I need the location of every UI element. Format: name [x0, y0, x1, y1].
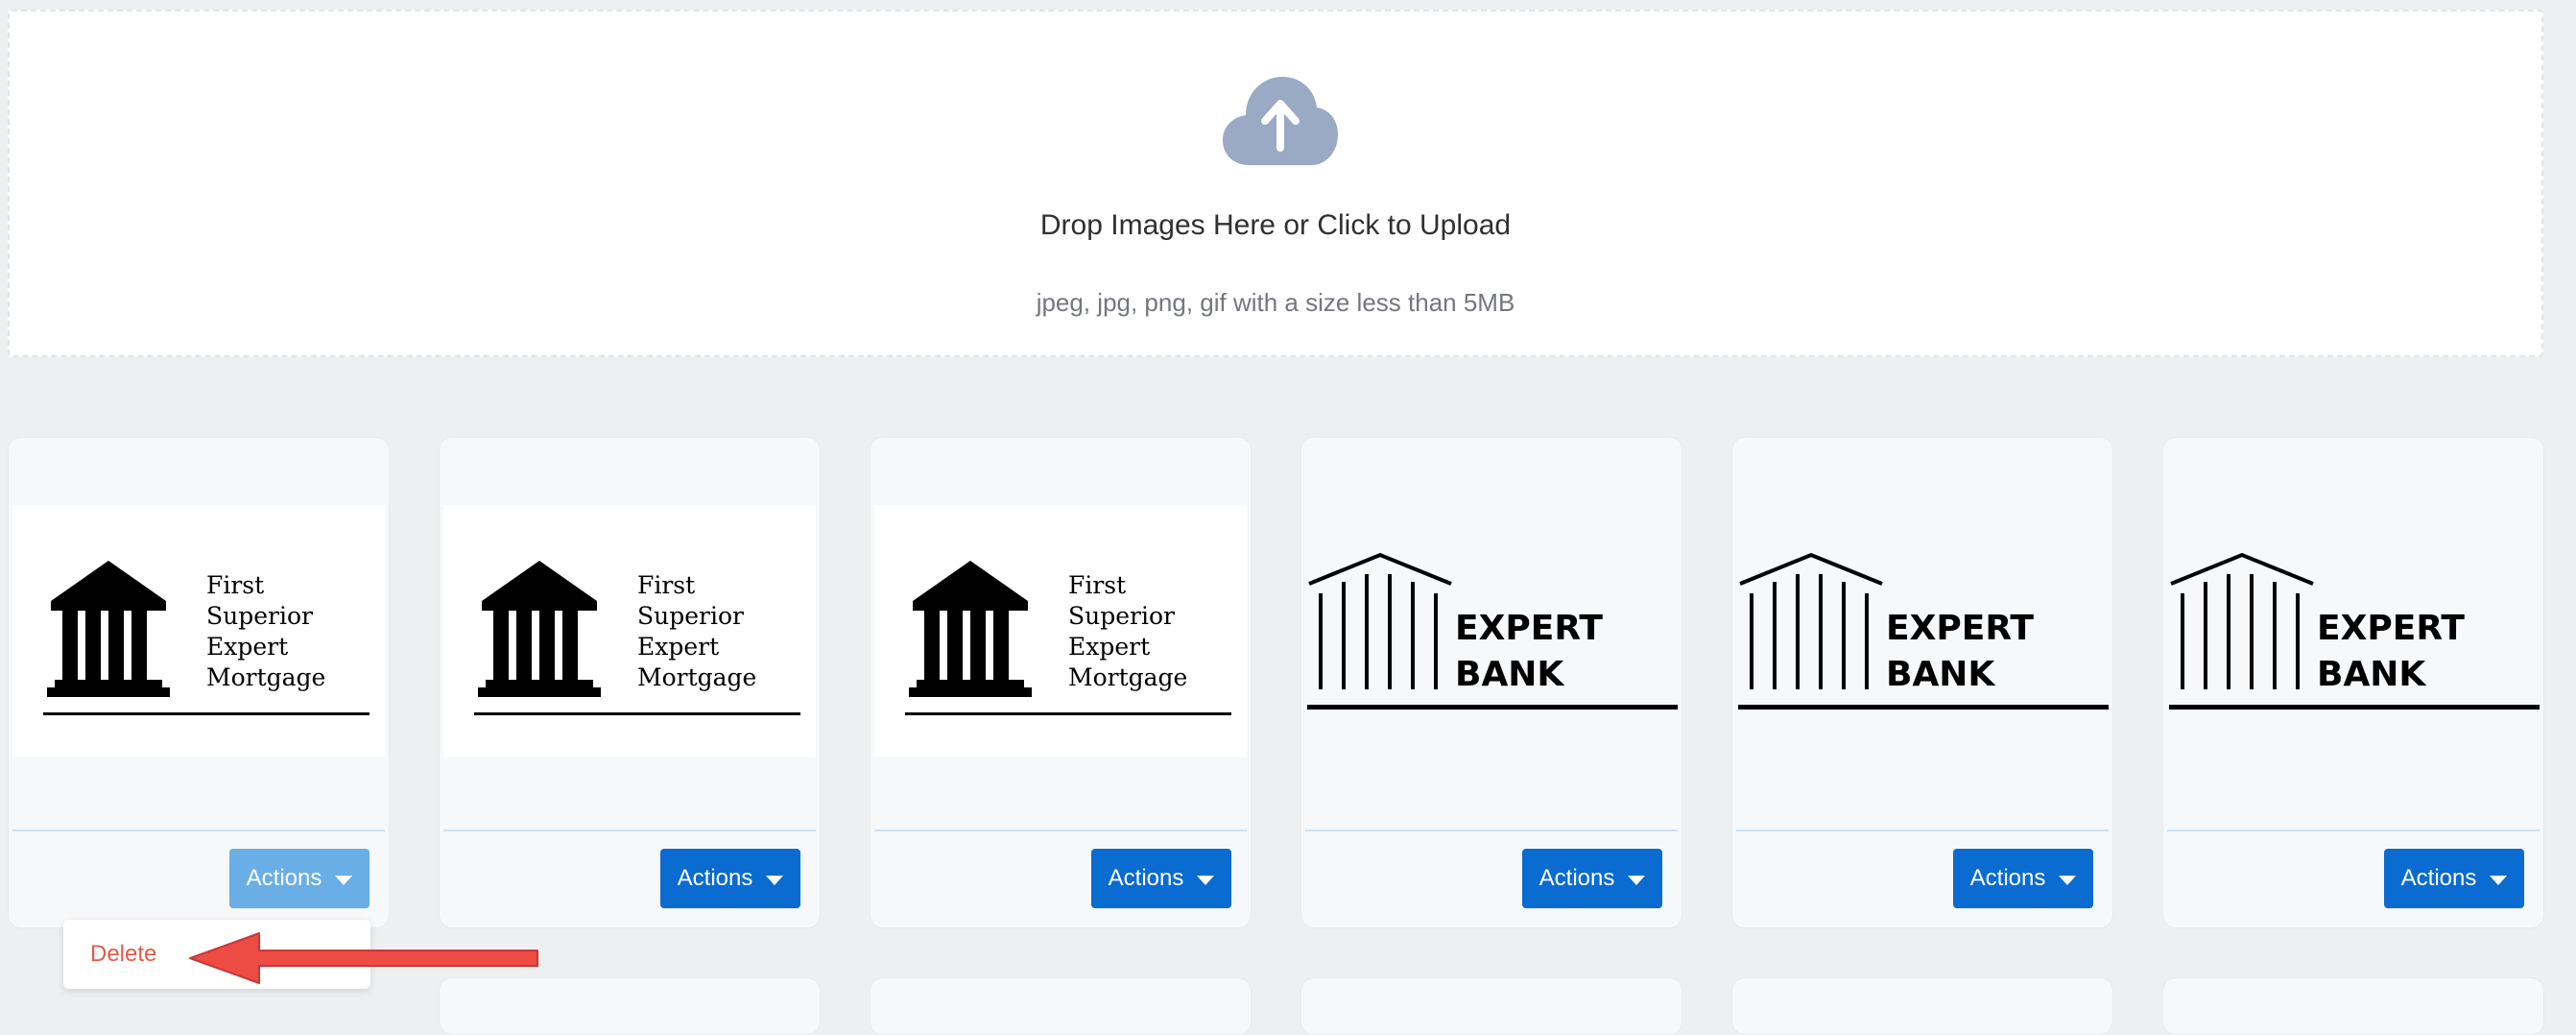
caret-down-icon: [766, 875, 784, 885]
bank-logo: EXPERT BANK: [1307, 552, 1678, 710]
mortgage-logo: First Superior Expert Mortgage: [905, 561, 1231, 715]
image-card: EXPERT BANK Actions: [2162, 437, 2544, 928]
image-card-partial: [870, 977, 1252, 1035]
caret-down-icon: [2490, 875, 2508, 885]
actions-dropdown-button[interactable]: Actions: [229, 849, 370, 908]
caret-down-icon: [2059, 875, 2077, 885]
image-card-partial: [1731, 977, 2113, 1035]
card-divider: [1736, 830, 2109, 831]
logo-line: Mortgage: [206, 663, 325, 691]
card-divider: [2167, 830, 2540, 831]
logo-line: First: [1068, 571, 1126, 599]
card-divider: [1305, 830, 1678, 831]
card-image-bank-logo[interactable]: EXPERT BANK: [2167, 505, 2540, 757]
mortgage-logo: First Superior Expert Mortgage: [43, 561, 370, 715]
actions-dropdown-button[interactable]: Actions: [660, 849, 800, 908]
logo-line: EXPERT: [2317, 609, 2465, 648]
upload-hint: jpeg, jpg, png, gif with a size less tha…: [1036, 288, 1515, 317]
logo-line: Mortgage: [637, 663, 756, 691]
bank-logo: EXPERT BANK: [2169, 552, 2540, 710]
actions-label: Actions: [677, 865, 753, 891]
logo-line: BANK: [1886, 655, 1995, 694]
logo-line: Superior: [637, 602, 744, 630]
logo-line: First: [206, 571, 264, 599]
caret-down-icon: [335, 875, 353, 885]
image-card: First Superior Expert Mortgage Actions: [870, 437, 1252, 928]
actions-label: Actions: [1108, 865, 1184, 891]
logo-line: BANK: [1455, 655, 1564, 694]
logo-line: Expert: [1068, 633, 1150, 661]
card-divider: [874, 830, 1247, 831]
logo-line: Expert: [206, 633, 288, 661]
card-image-mortgage-logo[interactable]: First Superior Expert Mortgage: [874, 505, 1247, 757]
logo-line: Mortgage: [1068, 663, 1187, 691]
card-image-bank-logo[interactable]: EXPERT BANK: [1305, 505, 1678, 757]
logo-line: EXPERT: [1886, 609, 2034, 648]
card-divider: [443, 830, 816, 831]
delete-menu-item[interactable]: Delete: [90, 941, 156, 968]
actions-dropdown-button[interactable]: Actions: [1522, 849, 1662, 908]
card-divider: [12, 830, 385, 831]
actions-label: Actions: [246, 865, 322, 891]
image-card: EXPERT BANK Actions: [1731, 437, 2113, 928]
logo-line: Superior: [206, 602, 313, 630]
image-card: EXPERT BANK Actions: [1300, 437, 1682, 928]
caret-down-icon: [1197, 875, 1215, 885]
caret-down-icon: [1628, 875, 1646, 885]
actions-label: Actions: [2400, 865, 2477, 891]
actions-label: Actions: [1969, 865, 2046, 891]
card-image-mortgage-logo[interactable]: First Superior Expert Mortgage: [443, 505, 816, 757]
actions-dropdown-button[interactable]: Actions: [2384, 849, 2524, 908]
image-upload-dropzone[interactable]: Drop Images Here or Click to Upload jpeg…: [8, 10, 2543, 357]
image-card-partial: [2162, 977, 2544, 1035]
image-card-partial: [1300, 977, 1682, 1035]
actions-dropdown-button[interactable]: Actions: [1953, 849, 2093, 908]
card-image-mortgage-logo[interactable]: First Superior Expert Mortgage: [12, 505, 385, 757]
mortgage-logo: First Superior Expert Mortgage: [474, 561, 800, 715]
annotation-arrow-icon: [189, 932, 538, 984]
logo-line: Expert: [637, 633, 719, 661]
image-card: First Superior Expert Mortgage Actions: [8, 437, 390, 928]
bank-logo: EXPERT BANK: [1738, 552, 2109, 710]
cloud-upload-icon: [1223, 77, 1338, 165]
logo-line: EXPERT: [1455, 609, 1603, 648]
card-image-bank-logo[interactable]: EXPERT BANK: [1736, 505, 2109, 757]
logo-line: First: [637, 571, 695, 599]
image-card: First Superior Expert Mortgage Actions: [439, 437, 821, 928]
actions-label: Actions: [1538, 865, 1615, 891]
logo-line: Superior: [1068, 602, 1175, 630]
logo-line: BANK: [2317, 655, 2426, 694]
actions-dropdown-button[interactable]: Actions: [1091, 849, 1231, 908]
upload-title: Drop Images Here or Click to Upload: [1039, 209, 1512, 241]
